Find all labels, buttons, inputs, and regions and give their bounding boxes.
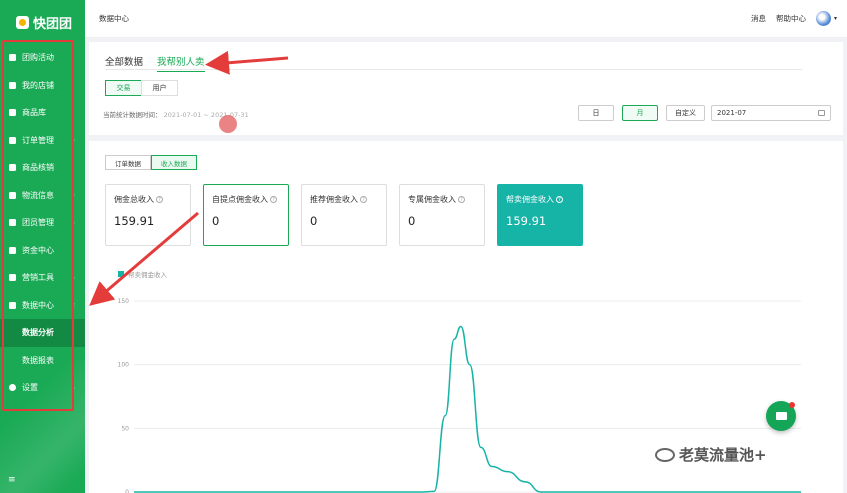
sidebar-item-data-center[interactable]: 数据中心 ‹ xyxy=(0,292,85,320)
card-label: 佣金总收入 xyxy=(114,195,154,204)
card-label: 帮卖佣金收入 xyxy=(506,195,554,204)
custom-button[interactable]: 自定义 xyxy=(666,105,705,121)
filter-panel: 全部数据 我帮别人卖 交易 用户 当前统计数据时间： 2021-07-01 ~ … xyxy=(89,42,843,135)
app-title: 快团团 xyxy=(33,16,73,32)
mouse-cursor-indicator xyxy=(219,115,237,133)
data-panel: 150 100 50 0 订单数据 收入数据 佣金总收入? 159.91 自提点佣金收… xyxy=(89,141,843,493)
series-line xyxy=(133,325,801,493)
card-value: 0 xyxy=(212,214,220,228)
card-label: 自提点佣金收入 xyxy=(212,195,268,204)
messages-link[interactable]: 消息 xyxy=(751,13,766,24)
truck-icon xyxy=(9,191,16,199)
calendar-icon xyxy=(818,110,825,116)
tabs-divider xyxy=(105,69,802,70)
watermark-text: 老莫流量池+ xyxy=(679,446,767,464)
card-referral-commission[interactable]: 推荐佣金收入? 0 xyxy=(301,184,387,246)
collapse-menu-icon[interactable]: ≡ xyxy=(8,475,16,485)
chevron-right-icon: › xyxy=(72,273,75,282)
legend-label: 帮卖佣金收入 xyxy=(128,271,167,279)
bar-chart-icon xyxy=(9,301,16,309)
month-picker-value: 2021-07 xyxy=(717,109,747,117)
topbar-right: 消息 帮助中心 ▾ xyxy=(751,11,837,26)
sidebar-item-marketing[interactable]: 营销工具 › xyxy=(0,264,85,292)
chevron-right-icon: › xyxy=(72,218,75,227)
watermark: 老莫流量池+ xyxy=(655,444,767,465)
store-icon xyxy=(9,81,16,89)
stat-range-value: 2021-07-01 ~ 2021-07-31 xyxy=(163,111,249,119)
tab-income-data[interactable]: 收入数据 xyxy=(151,155,197,170)
tag-icon xyxy=(9,274,16,282)
month-picker[interactable]: 2021-07 xyxy=(711,105,831,121)
sidebar-subitem-data-analysis[interactable]: 数据分析 xyxy=(0,319,85,347)
message-float-button[interactable] xyxy=(766,401,796,431)
help-icon[interactable]: ? xyxy=(556,196,563,203)
chevron-right-icon: › xyxy=(72,136,75,145)
breadcrumb: 数据中心 xyxy=(99,14,129,23)
month-button[interactable]: 月 xyxy=(622,105,658,121)
help-icon[interactable]: ? xyxy=(360,196,367,203)
verify-icon xyxy=(9,164,16,172)
sidebar-item-members[interactable]: 团员管理 › xyxy=(0,209,85,237)
sidebar: 快团团 团购活动 我的店铺 商品库 订单管理 › 商品核销 物流信息 › 团员管理 ›… xyxy=(0,0,110,493)
stat-range-label: 当前统计数据时间： xyxy=(103,111,162,119)
card-label: 专属佣金收入 xyxy=(408,195,456,204)
mail-icon xyxy=(775,412,787,420)
tab-transaction[interactable]: 交易 xyxy=(105,80,142,96)
card-value: 159.91 xyxy=(114,214,155,228)
chevron-right-icon: › xyxy=(72,191,75,200)
card-value: 159.91 xyxy=(506,214,547,228)
legend-swatch xyxy=(118,271,124,277)
sidebar-item-group-buy[interactable]: 团购活动 xyxy=(0,44,85,72)
card-label: 推荐佣金收入 xyxy=(310,195,358,204)
topbar: 数据中心 消息 帮助中心 ▾ xyxy=(85,0,847,38)
chevron-up-icon: ‹ xyxy=(72,301,75,310)
sidebar-item-settings[interactable]: 设置 › xyxy=(0,374,85,402)
help-icon[interactable]: ? xyxy=(458,196,465,203)
card-value: 0 xyxy=(408,214,416,228)
money-icon xyxy=(9,246,16,254)
data-sub-tabs: 订单数据 收入数据 xyxy=(105,155,197,170)
app-logo-icon xyxy=(16,15,29,29)
flag-icon xyxy=(9,54,16,62)
sidebar-subitem-data-report[interactable]: 数据报表 xyxy=(0,347,85,375)
tab-user[interactable]: 用户 xyxy=(141,80,178,96)
order-icon xyxy=(9,136,16,144)
sidebar-menu: 团购活动 我的店铺 商品库 订单管理 › 商品核销 物流信息 › 团员管理 › 资金中… xyxy=(0,44,85,402)
help-center-link[interactable]: 帮助中心 xyxy=(776,13,806,24)
card-total-commission[interactable]: 佣金总收入? 159.91 xyxy=(105,184,191,246)
card-value: 0 xyxy=(310,214,318,228)
notification-dot xyxy=(789,402,795,408)
y-tick-label: 0 xyxy=(125,489,129,493)
sidebar-item-verify[interactable]: 商品核销 xyxy=(0,154,85,182)
y-tick-label: 100 xyxy=(118,362,130,369)
chart-legend[interactable]: 帮卖佣金收入 xyxy=(118,269,167,279)
app-logo[interactable]: 快团团 xyxy=(0,0,85,44)
chevron-down-icon[interactable]: ▾ xyxy=(834,15,837,22)
card-exclusive-commission[interactable]: 专属佣金收入? 0 xyxy=(399,184,485,246)
y-tick-label: 50 xyxy=(121,425,129,432)
help-icon[interactable]: ? xyxy=(270,196,277,203)
avatar[interactable] xyxy=(815,11,831,26)
sidebar-item-funds[interactable]: 资金中心 xyxy=(0,237,85,265)
wechat-icon xyxy=(655,447,675,462)
sidebar-item-my-store[interactable]: 我的店铺 xyxy=(0,72,85,100)
card-pickup-commission[interactable]: 自提点佣金收入? 0 xyxy=(203,184,289,246)
card-help-sell-commission[interactable]: 帮卖佣金收入? 159.91 xyxy=(497,184,583,246)
tab-order-data[interactable]: 订单数据 xyxy=(105,155,151,170)
user-icon xyxy=(9,219,16,227)
y-tick-label: 150 xyxy=(118,298,130,305)
cube-icon xyxy=(9,109,16,117)
help-icon[interactable]: ? xyxy=(156,196,163,203)
gear-icon xyxy=(9,384,16,392)
day-button[interactable]: 日 xyxy=(578,105,614,121)
sidebar-item-product-library[interactable]: 商品库 xyxy=(0,99,85,127)
sidebar-item-logistics[interactable]: 物流信息 › xyxy=(0,182,85,210)
sidebar-item-orders[interactable]: 订单管理 › xyxy=(0,127,85,155)
chevron-right-icon: › xyxy=(72,383,75,392)
